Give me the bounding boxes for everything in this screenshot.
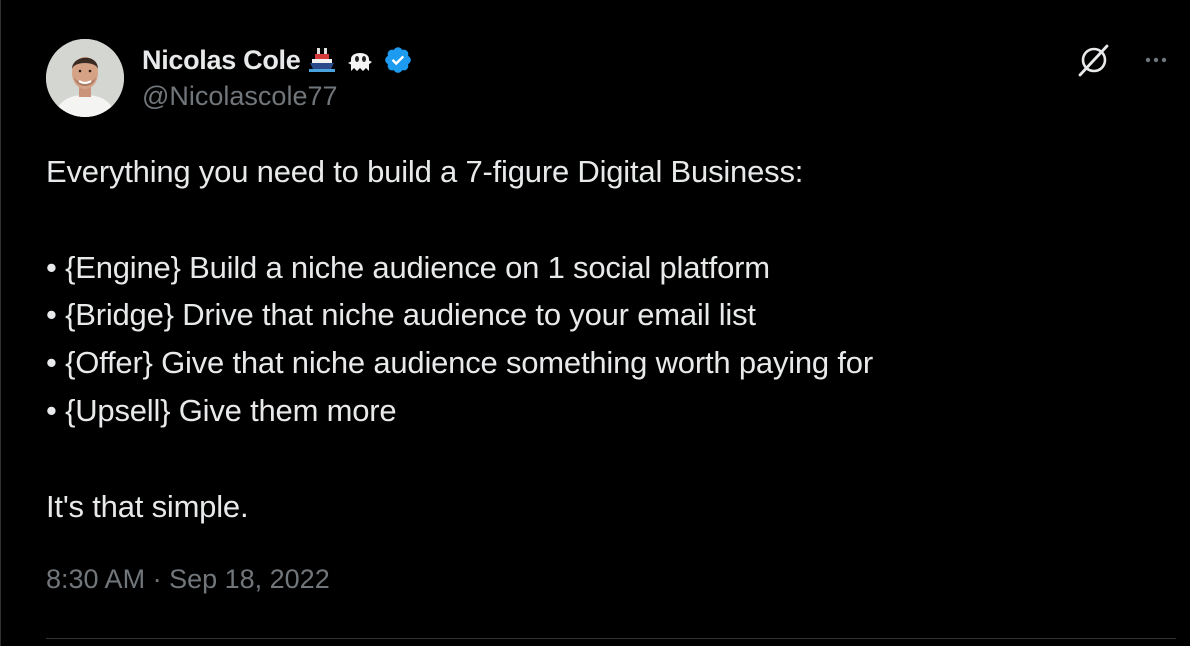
tweet-text: Everything you need to build a 7-figure … [46,148,1146,530]
verified-badge-icon[interactable] [382,44,414,76]
author-handle[interactable]: @Nicolascole77 [142,81,338,112]
avatar-image [46,39,124,117]
avatar[interactable] [46,39,124,117]
ship-emoji-icon [306,44,338,76]
tweet-bullet: • {Offer} Give that niche audience somet… [46,345,873,381]
tweet-time[interactable]: 8:30 AM [46,564,145,594]
tweet: Nicolas Cole @Nicolascole77 Everything y… [0,0,1190,646]
tweet-line: It's that simple. [46,488,249,524]
tweet-timestamp: 8:30 AM · Sep 18, 2022 [46,564,330,595]
author-name-row: Nicolas Cole [142,41,414,79]
tweet-line: Everything you need to build a 7-figure … [46,154,804,189]
ghost-emoji-icon [344,44,376,76]
meta-separator: · [145,564,170,594]
grok-icon[interactable] [1074,40,1114,80]
tweet-bullet: • {Bridge} Drive that niche audience to … [46,297,756,333]
more-options-icon[interactable] [1136,40,1176,80]
divider [46,638,1176,639]
tweet-date[interactable]: Sep 18, 2022 [169,564,330,594]
tweet-bullet: • {Upsell} Give them more [46,392,397,428]
tweet-bullet: • {Engine} Build a niche audience on 1 s… [46,249,770,285]
author-display-name[interactable]: Nicolas Cole [142,45,301,76]
tweet-actions-top [1074,40,1176,80]
